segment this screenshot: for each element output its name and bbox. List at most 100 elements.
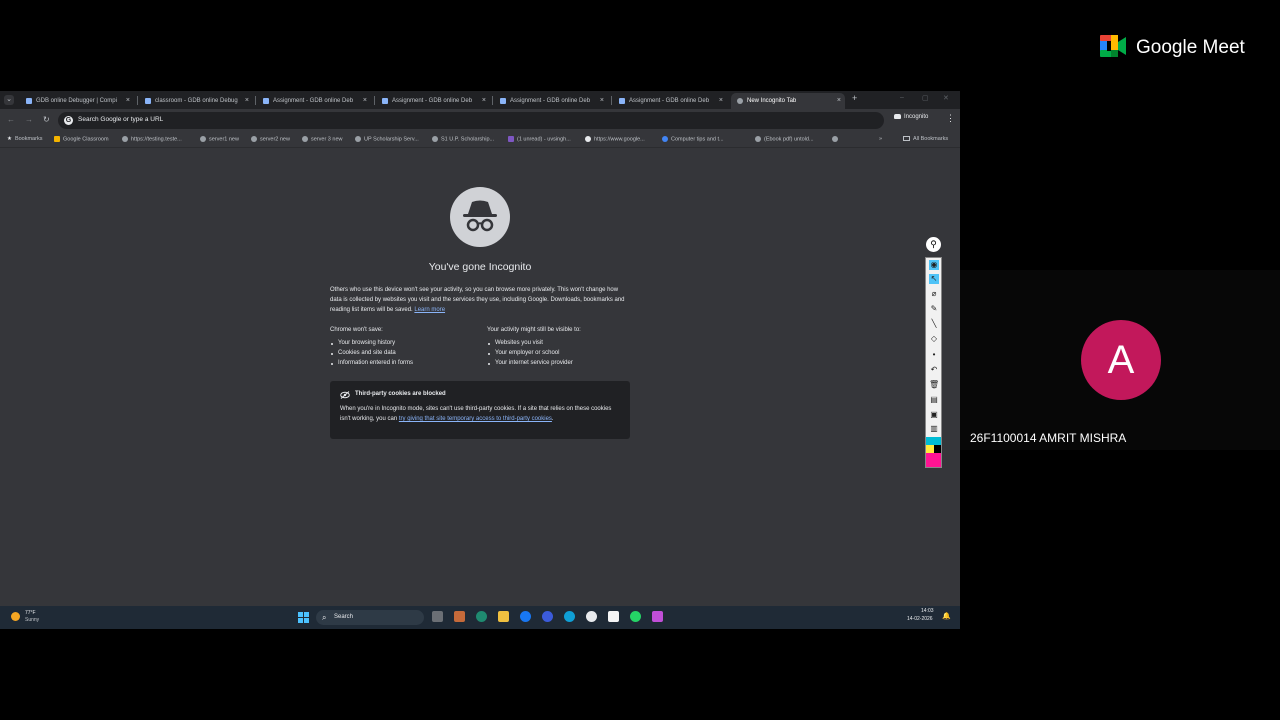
more-menu-icon[interactable]: ⋮ [946,113,955,124]
whiteboard-icon[interactable]: ▤ [929,395,939,405]
learn-more-link[interactable]: Learn more [414,307,445,313]
dot-icon[interactable]: • [929,350,939,360]
close-tab-icon[interactable]: × [245,93,249,109]
close-tab-icon[interactable]: × [363,93,367,109]
eye-icon[interactable]: ◉ [929,260,939,270]
windows-taskbar: 77°F Sunny ⌕ Search 14:03 14-02-2026 🔔 [0,606,960,629]
bookmarks-overflow-button[interactable]: » [879,136,882,142]
pin-icon[interactable]: ⚲ [926,237,941,252]
taskbar-search[interactable]: ⌕ Search [316,610,424,625]
app-icon[interactable] [476,611,487,622]
bookmark-label: (1 unread) - uvsingh... [517,136,571,143]
bookmark-item[interactable]: (1 unread) - uvsingh... [508,136,571,142]
classroom-icon [54,136,60,142]
close-tab-icon[interactable]: × [719,93,723,109]
task-view-icon[interactable] [432,611,443,622]
undo-icon[interactable]: ↶ [929,365,939,375]
bookmark-item[interactable]: UP Scholarship Serv... [355,136,419,142]
bookmark-item[interactable]: server1 new [200,136,239,142]
clock-date: 14-02-2026 [907,616,933,622]
file-explorer-icon[interactable] [498,611,509,622]
bookmark-label: S1 U.P. Scholarship... [441,136,495,143]
globe-icon [355,136,361,142]
globe-icon [251,136,257,142]
incognito-indicator[interactable]: Incognito [894,114,928,120]
bookmark-item[interactable]: Google Classroom [54,136,109,142]
bookmark-label: server 3 new [311,136,343,143]
color-swatch[interactable] [926,437,941,445]
incognito-spy-icon [450,187,510,247]
gdb-favicon-icon [145,98,151,104]
all-bookmarks-button[interactable]: All Bookmarks [903,136,948,142]
edge-icon[interactable] [564,611,575,622]
chrome-icon[interactable] [586,611,597,622]
bookmark-item[interactable]: Computer tips and t... [662,136,724,142]
facebook-icon[interactable] [520,611,531,622]
address-bar[interactable]: G Search Google or type a URL [58,112,884,129]
app-icon[interactable] [652,611,663,622]
annotation-toolbar: ◉ ↖ ⌀ ✎ ╲ ◇ • ↶ 🗑 ▤ ▣ ▥ [925,257,942,468]
close-tab-icon[interactable]: × [482,93,486,109]
app-icon[interactable] [608,611,619,622]
pen-icon[interactable]: ✎ [929,304,939,314]
line-icon[interactable]: ╲ [929,319,939,329]
color-swatch[interactable] [934,445,941,453]
folder-icon [903,136,910,142]
participant-tile[interactable]: A 26F1100014 AMRIT MISHRA [960,270,1280,450]
app-icon[interactable] [542,611,553,622]
bookmark-item[interactable]: server 3 new [302,136,343,142]
close-window-icon[interactable]: ✕ [943,94,949,102]
maximize-icon[interactable]: ▢ [922,94,929,102]
incognito-icon [894,114,901,119]
bookmark-item[interactable]: (Ebook pdf) untold... [755,136,814,142]
minimize-icon[interactable]: – [900,94,904,101]
app-icon[interactable] [454,611,465,622]
tab-strip: ⌄ GDB online Debugger | Compi × classroo… [0,91,960,109]
whatsapp-icon[interactable] [630,611,641,622]
clipboard-icon[interactable]: ▥ [929,424,939,434]
back-icon[interactable]: ← [7,115,15,124]
third-party-access-link[interactable]: try giving that site temporary access to… [399,416,552,422]
star-icon: ★ [7,136,12,142]
laser-pointer-icon[interactable]: ⌀ [929,289,939,299]
trash-icon[interactable]: 🗑 [929,380,939,390]
notification-bell-icon[interactable]: 🔔 [942,612,951,620]
cookie-period: . [551,416,554,422]
cookie-text: When you're in Incognito mode, sites can… [340,404,618,424]
close-tab-icon[interactable]: × [837,93,841,109]
bookmark-label: Google Classroom [63,136,109,143]
forward-icon[interactable]: → [25,115,33,124]
tab-label: GDB online Debugger | Compi [36,98,117,104]
tab-assignment-2[interactable]: Assignment - GDB online Deb × [376,93,490,109]
tab-classroom[interactable]: classroom - GDB online Debug × [139,93,253,109]
camera-icon[interactable]: ▣ [929,410,939,420]
tab-gdb-debugger[interactable]: GDB online Debugger | Compi × [20,93,134,109]
tab-assignment-4[interactable]: Assignment - GDB online Deb × [613,93,727,109]
color-swatch[interactable] [926,453,941,467]
bookmark-label: https://www.google... [594,136,645,143]
close-tab-icon[interactable]: × [600,93,604,109]
eraser-icon[interactable]: ◇ [929,334,939,344]
tab-search-button[interactable]: ⌄ [4,95,14,105]
color-swatch[interactable] [926,445,934,453]
tab-new-incognito[interactable]: New Incognito Tab × [731,93,845,109]
gdb-favicon-icon [26,98,32,104]
cursor-icon[interactable]: ↖ [929,274,939,284]
bookmark-item[interactable]: S1 U.P. Scholarship... [432,136,494,142]
sun-icon[interactable] [11,612,20,621]
bookmark-item[interactable] [832,136,841,142]
bookmark-item[interactable]: server2 new [251,136,290,142]
bookmark-item[interactable]: https://www.google... [585,136,645,142]
tab-assignment-3[interactable]: Assignment - GDB online Deb × [494,93,608,109]
site-icon [662,136,668,142]
tab-label: classroom - GDB online Debug [155,98,238,104]
bookmarks-bar: ★ Bookmarks Google Classroom https://test… [0,133,960,148]
bookmark-item[interactable]: ★ Bookmarks [7,136,42,142]
tab-assignment-1[interactable]: Assignment - GDB online Deb × [257,93,371,109]
new-tab-button[interactable]: + [852,93,857,103]
bookmark-item[interactable]: https://testing.teste... [122,136,182,142]
tab-label: Assignment - GDB online Deb [392,98,473,104]
close-tab-icon[interactable]: × [126,93,130,109]
reload-icon[interactable]: ↻ [43,115,50,124]
windows-start-icon[interactable] [298,612,309,623]
